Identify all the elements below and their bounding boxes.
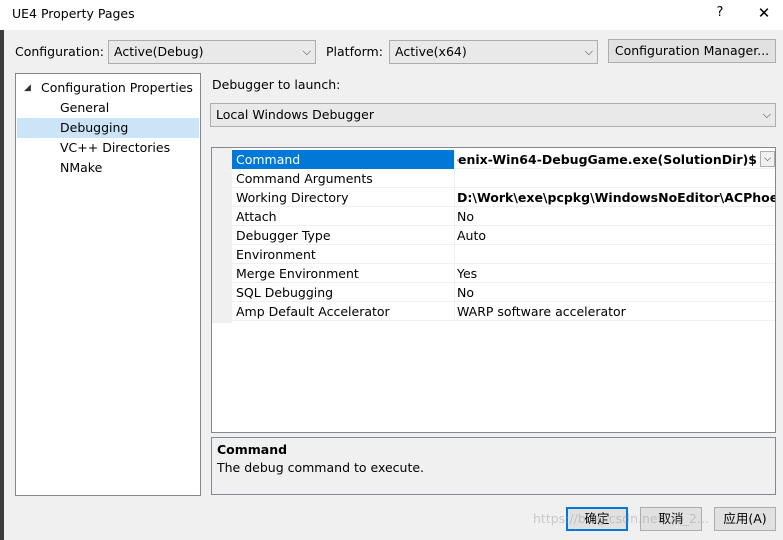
column-divider bbox=[454, 245, 455, 264]
help-icon[interactable]: ? bbox=[710, 3, 730, 23]
property-row-attach[interactable]: Attach No bbox=[232, 207, 775, 226]
configuration-value: Active(Debug) bbox=[114, 44, 204, 59]
property-row-debugger-type[interactable]: Debugger Type Auto bbox=[232, 226, 775, 245]
configuration-manager-button[interactable]: Configuration Manager... bbox=[608, 39, 776, 63]
property-name: Merge Environment bbox=[236, 266, 359, 281]
property-value[interactable]: Auto bbox=[457, 228, 775, 243]
tree-item-label: Debugging bbox=[60, 120, 129, 135]
property-row-amp-default-accelerator[interactable]: Amp Default Accelerator WARP software ac… bbox=[232, 302, 775, 321]
property-grid: Command $(SolutionDir)Binaries\Win64\ACP… bbox=[211, 147, 776, 433]
configuration-label: Configuration: bbox=[15, 44, 104, 59]
column-divider bbox=[454, 150, 455, 169]
chevron-down-icon: ⌵ bbox=[584, 45, 593, 58]
property-row-environment[interactable]: Environment bbox=[232, 245, 775, 264]
debugger-launch-label: Debugger to launch: bbox=[212, 77, 341, 92]
platform-select[interactable]: Active(x64) ⌵ bbox=[389, 40, 598, 64]
property-tree[interactable]: ◢ Configuration Properties General Debug… bbox=[15, 73, 201, 496]
watermark: https://blog.csdn.net/qq_2… bbox=[533, 511, 710, 526]
property-name: Command bbox=[236, 152, 301, 167]
column-divider bbox=[454, 169, 455, 188]
tree-item-debugging[interactable]: Debugging bbox=[17, 118, 199, 138]
property-row-sql-debugging[interactable]: SQL Debugging No bbox=[232, 283, 775, 302]
property-row-working-directory[interactable]: Working Directory D:\Work\exe\pcpkg\Wind… bbox=[232, 188, 775, 207]
property-row-command[interactable]: Command $(SolutionDir)Binaries\Win64\ACP… bbox=[232, 150, 775, 169]
debugger-value: Local Windows Debugger bbox=[216, 107, 375, 122]
tree-item-label: General bbox=[60, 100, 110, 115]
property-name: Working Directory bbox=[236, 190, 349, 205]
platform-value: Active(x64) bbox=[395, 44, 467, 59]
tree-item-label: VC++ Directories bbox=[60, 140, 171, 155]
close-icon[interactable]: ✕ bbox=[752, 3, 776, 23]
property-value[interactable]: $(SolutionDir)Binaries\Win64\ACPhoenix-W… bbox=[457, 152, 757, 167]
chevron-down-icon: ⌵ bbox=[762, 108, 771, 121]
tree-root[interactable]: ◢ Configuration Properties bbox=[16, 78, 200, 98]
window-title: UE4 Property Pages bbox=[12, 6, 135, 21]
column-divider bbox=[454, 188, 455, 207]
property-value[interactable]: No bbox=[457, 285, 775, 300]
platform-label: Platform: bbox=[326, 44, 383, 59]
property-name: Amp Default Accelerator bbox=[236, 304, 390, 319]
description-text: The debug command to execute. bbox=[217, 460, 425, 475]
tree-item-general[interactable]: General bbox=[16, 98, 200, 118]
background-edge bbox=[0, 30, 4, 540]
property-value[interactable]: D:\Work\exe\pcpkg\WindowsNoEditor\ACPhoe… bbox=[457, 190, 775, 205]
tree-root-label: Configuration Properties bbox=[41, 80, 193, 95]
property-name: SQL Debugging bbox=[236, 285, 334, 300]
property-name: Attach bbox=[236, 209, 277, 224]
column-divider bbox=[454, 207, 455, 226]
expand-caret-icon[interactable]: ◢ bbox=[24, 78, 31, 98]
property-row-command-arguments[interactable]: Command Arguments bbox=[232, 169, 775, 188]
title-bar: UE4 Property Pages ? ✕ bbox=[0, 0, 783, 30]
property-value[interactable]: WARP software accelerator bbox=[457, 304, 775, 319]
chevron-down-icon: ⌵ bbox=[302, 45, 311, 58]
property-name: Environment bbox=[236, 247, 316, 262]
chevron-down-icon[interactable]: ⌵ bbox=[760, 151, 775, 167]
column-divider bbox=[454, 226, 455, 245]
property-value[interactable]: No bbox=[457, 209, 775, 224]
column-divider bbox=[454, 302, 455, 321]
property-pages-window: UE4 Property Pages ? ✕ Configuration: Ac… bbox=[0, 0, 783, 540]
tree-item-nmake[interactable]: NMake bbox=[16, 158, 200, 178]
grid-gutter bbox=[212, 148, 232, 323]
column-divider bbox=[454, 283, 455, 302]
column-divider bbox=[454, 264, 455, 283]
property-name: Debugger Type bbox=[236, 228, 331, 243]
property-name: Command Arguments bbox=[236, 171, 373, 186]
apply-button[interactable]: 应用(A) bbox=[714, 507, 776, 531]
description-title: Command bbox=[217, 442, 288, 457]
property-row-merge-environment[interactable]: Merge Environment Yes bbox=[232, 264, 775, 283]
configuration-select[interactable]: Active(Debug) ⌵ bbox=[108, 40, 316, 64]
description-panel: Command The debug command to execute. bbox=[211, 437, 776, 495]
tree-item-vc-directories[interactable]: VC++ Directories bbox=[16, 138, 200, 158]
debugger-select[interactable]: Local Windows Debugger ⌵ bbox=[210, 103, 776, 127]
tree-item-label: NMake bbox=[60, 160, 103, 175]
property-value[interactable]: Yes bbox=[457, 266, 775, 281]
